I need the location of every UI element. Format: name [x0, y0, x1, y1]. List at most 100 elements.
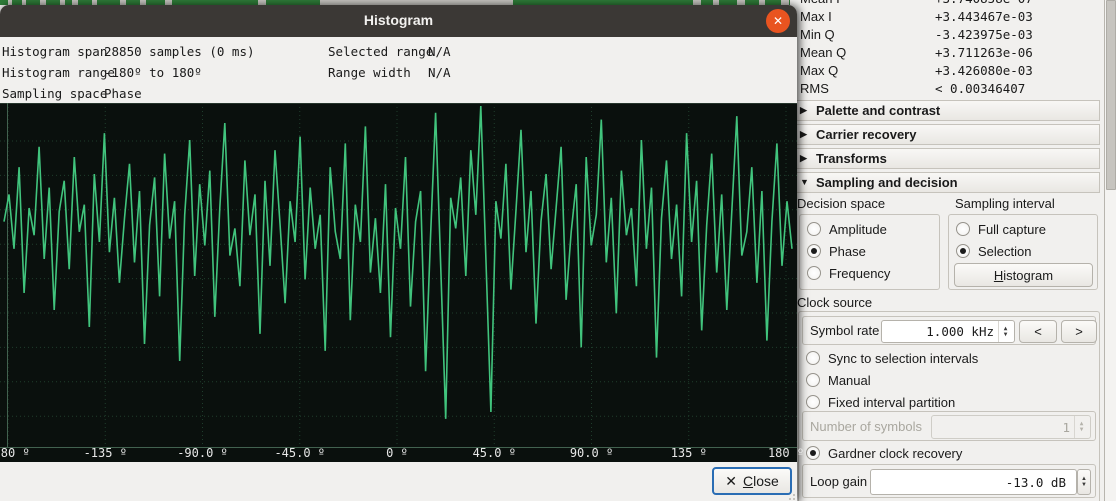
- spin-down-icon: ▼: [1004, 332, 1008, 338]
- histogram-info: Histogram span28850 samples (0 ms)Histog…: [0, 37, 797, 103]
- radio-icon[interactable]: [806, 351, 820, 365]
- stat-label: Mean I: [800, 0, 840, 6]
- radio-icon[interactable]: [806, 395, 820, 409]
- chevron-right-icon: ▶: [800, 149, 807, 168]
- stat-value: +3.740858e-07: [935, 0, 1033, 6]
- number-of-symbols-value: 1: [1062, 416, 1070, 438]
- loop-gain-spin-arrows[interactable]: ▲▼: [1077, 469, 1091, 495]
- stat-row: Min Q -3.423975e-03: [790, 25, 1104, 43]
- sampling-interval-group: Histogram Full captureSelection: [948, 214, 1098, 290]
- info-label: Sampling space: [2, 84, 104, 104]
- chevron-down-icon: ▼: [800, 173, 809, 192]
- x-tick-label: 90.0 º: [570, 446, 613, 460]
- decision-space-title: Decision space: [797, 196, 885, 211]
- symbol-rate-spinbox[interactable]: 1.000 kHz ▲▼: [881, 320, 1015, 343]
- symbol-rate-decrease-button[interactable]: <: [1019, 320, 1057, 343]
- histogram-button[interactable]: Histogram: [954, 263, 1093, 287]
- symbol-rate-spin-arrows[interactable]: ▲▼: [998, 321, 1012, 342]
- number-of-symbols-spin-arrows: ▲▼: [1074, 416, 1088, 438]
- info-row: Range widthN/A: [328, 63, 451, 83]
- dialog-titlebar[interactable]: Histogram ✕: [0, 5, 797, 37]
- info-value: Phase: [104, 86, 142, 101]
- info-value: -180º to 180º: [104, 65, 202, 80]
- info-value: 28850 samples (0 ms): [104, 44, 255, 59]
- section-header-transforms[interactable]: ▶ Transforms: [791, 148, 1100, 169]
- chevron-right-icon: ▶: [800, 101, 807, 120]
- x-tick-label: 180 º: [768, 446, 804, 460]
- section-header-carrier-recovery[interactable]: ▶Carrier recovery: [791, 124, 1100, 145]
- symbol-rate-value: 1.000 kHz: [926, 321, 994, 342]
- stat-value: < 0.00346407: [935, 81, 1025, 96]
- loop-gain-value: -13.0 dB: [1006, 470, 1066, 494]
- radio-label: Gardner clock recovery: [828, 446, 962, 462]
- stat-value: +3.443467e-03: [935, 9, 1033, 24]
- x-tick-label: 45.0 º: [473, 446, 516, 460]
- x-tick-label: -90.0 º: [177, 446, 228, 460]
- info-label: Histogram range: [2, 63, 104, 83]
- info-label: Histogram span: [2, 42, 104, 62]
- symbol-rate-increase-button[interactable]: >: [1061, 320, 1097, 343]
- radio-label: Sync to selection intervals: [828, 351, 978, 367]
- section-label: Sampling and decision: [816, 173, 958, 192]
- info-value: N/A: [428, 44, 451, 59]
- radio-label: Frequency: [829, 266, 890, 282]
- stat-label: Max I: [800, 9, 832, 24]
- stat-label: RMS: [800, 81, 829, 96]
- stat-label: Min Q: [800, 27, 835, 42]
- radio-icon[interactable]: [807, 244, 821, 258]
- stat-row: Mean I +3.740858e-07: [790, 0, 1104, 7]
- close-x-icon: ✕: [725, 473, 737, 489]
- info-row: Sampling spacePhase: [2, 84, 142, 104]
- dialog-footer: ✕Close: [0, 462, 797, 501]
- stat-value: -3.423975e-03: [935, 27, 1033, 42]
- radio-icon[interactable]: [956, 222, 970, 236]
- section-label: Palette and contrast: [816, 101, 940, 120]
- stat-row: Max I +3.443467e-03: [790, 7, 1104, 25]
- loop-gain-row: Loop gain -13.0 dB ▲▼: [802, 464, 1096, 498]
- stat-row: Mean Q +3.711263e-06: [790, 43, 1104, 61]
- radio-icon[interactable]: [806, 446, 820, 460]
- x-axis-labels: -180 º-135 º-90.0 º-45.0 º0 º45.0 º90.0 …: [0, 446, 797, 462]
- window-close-icon[interactable]: ✕: [766, 9, 790, 33]
- scrollbar-thumb[interactable]: [1106, 0, 1116, 190]
- histogram-plot[interactable]: -180 º-135 º-90.0 º-45.0 º0 º45.0 º90.0 …: [0, 103, 797, 462]
- radio-icon[interactable]: [807, 266, 821, 280]
- section-label: Carrier recovery: [816, 125, 916, 144]
- number-of-symbols-spinbox: 1 ▲▼: [931, 415, 1091, 439]
- radio-icon[interactable]: [806, 373, 820, 387]
- close-button[interactable]: ✕Close: [712, 467, 792, 495]
- dialog-title: Histogram: [0, 12, 797, 28]
- section-header-sampling-and-decision[interactable]: ▼ Sampling and decision: [791, 172, 1100, 193]
- info-label: Range width: [328, 63, 428, 83]
- panel-scrollbar[interactable]: [1104, 0, 1116, 501]
- inspector-settings-panel: Mean I+3.740858e-07Max I+3.443467e-03Min…: [790, 0, 1104, 501]
- stat-label: Mean Q: [800, 45, 846, 60]
- radio-label: Fixed interval partition: [828, 395, 955, 411]
- clock-source-title: Clock source: [797, 295, 872, 310]
- info-row: Selected rangeN/A: [328, 42, 451, 62]
- symbol-rate-row: Symbol rate 1.000 kHz ▲▼ < >: [802, 316, 1096, 345]
- stat-value: +3.711263e-06: [935, 45, 1033, 60]
- histogram-dialog: Histogram ✕ Histogram span28850 samples …: [0, 5, 797, 501]
- clock-source-group: Symbol rate 1.000 kHz ▲▼ < > Number of s…: [798, 311, 1100, 501]
- radio-label: Selection: [978, 244, 1031, 260]
- stat-row: RMS < 0.00346407: [790, 79, 1104, 97]
- info-row: Histogram range-180º to 180º: [2, 63, 202, 83]
- x-tick-label: 0 º: [386, 446, 408, 460]
- section-header-palette-and-contrast[interactable]: ▶ Palette and contrast: [791, 100, 1100, 121]
- loop-gain-label: Loop gain: [810, 474, 867, 489]
- loop-gain-spinbox[interactable]: -13.0 dB: [870, 469, 1077, 495]
- x-tick-label: -45.0 º: [274, 446, 325, 460]
- spin-down-icon: ▼: [1081, 482, 1087, 488]
- radio-icon[interactable]: [807, 222, 821, 236]
- radio-icon[interactable]: [956, 244, 970, 258]
- section-label: Transforms: [816, 149, 887, 168]
- x-tick-label: -180 º: [0, 446, 30, 460]
- radio-label: Manual: [828, 373, 871, 389]
- radio-label: Phase: [829, 244, 866, 260]
- info-label: Selected range: [328, 42, 428, 62]
- resize-grip-icon[interactable]: [785, 490, 795, 500]
- x-tick-label: 135 º: [671, 446, 707, 460]
- decision-space-group: AmplitudePhaseFrequency: [799, 214, 940, 290]
- stat-row: Max Q+3.426080e-03: [790, 61, 1104, 79]
